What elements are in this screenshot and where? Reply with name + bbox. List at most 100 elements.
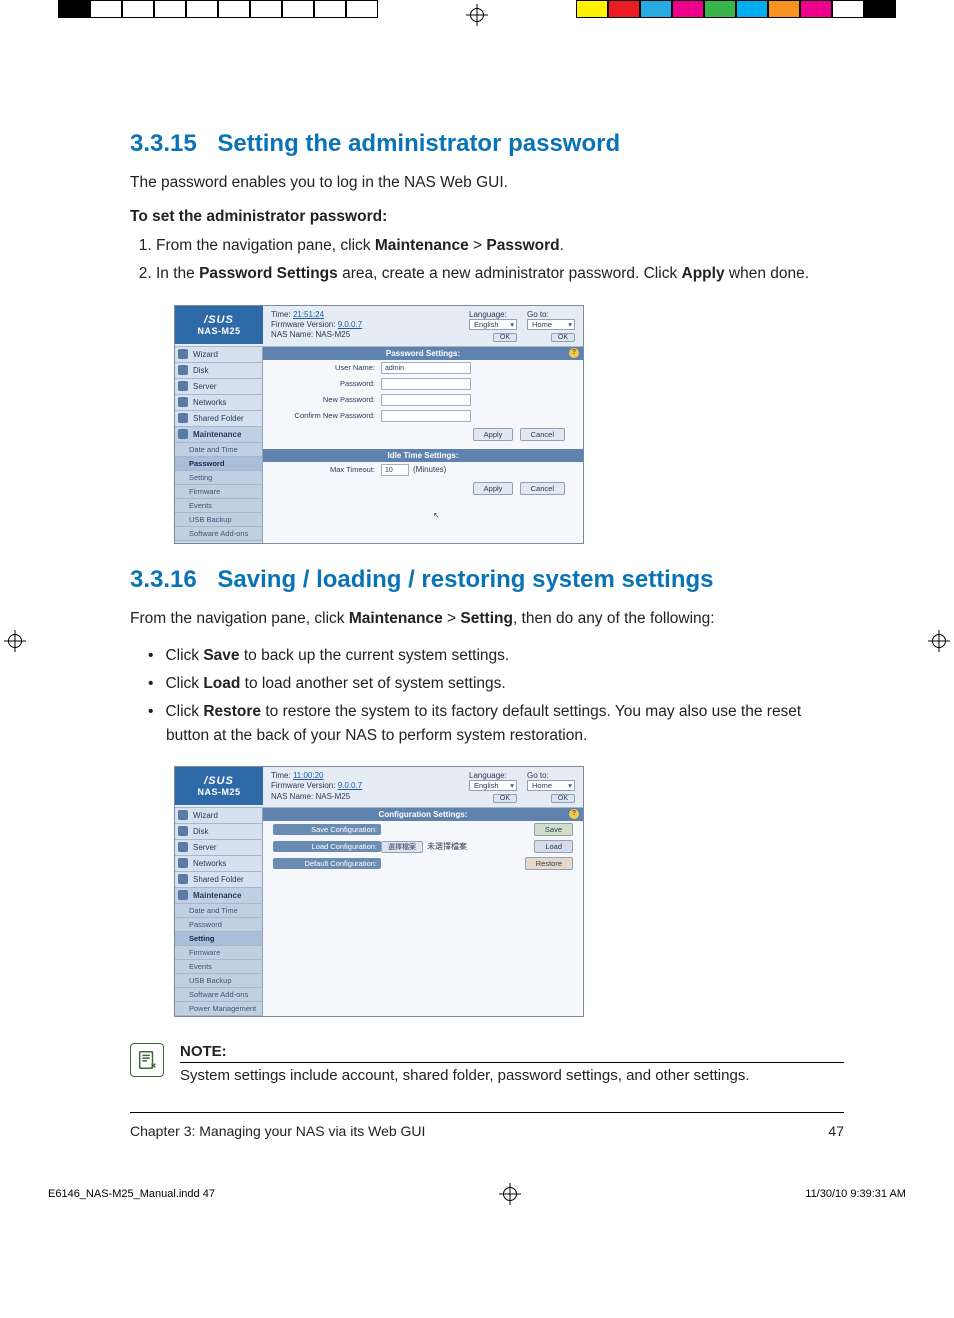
- swatch: [704, 0, 736, 18]
- note-block: NOTE: System settings include account, s…: [130, 1043, 844, 1084]
- registration-mark-bottom: [499, 1183, 521, 1205]
- nav-item-shared-folder[interactable]: Shared Folder: [175, 872, 262, 888]
- swatch: [832, 0, 864, 18]
- nav-sub-power-management[interactable]: Power Management: [175, 1002, 262, 1016]
- input-password[interactable]: [381, 378, 471, 390]
- nav-sub-events[interactable]: Events: [175, 960, 262, 974]
- nav-icon: [178, 381, 188, 391]
- step-2: In the Password Settings area, create a …: [156, 262, 844, 286]
- nav-item-label: Server: [193, 843, 217, 852]
- nav-icon: [178, 842, 188, 852]
- nav-sub-firmware[interactable]: Firmware: [175, 485, 262, 499]
- brand-logo-2: /SUS: [204, 775, 234, 787]
- print-swatches-right: [576, 0, 896, 18]
- browse-button[interactable]: 選擇檔案: [381, 841, 423, 853]
- bullet-0: Click Save to back up the current system…: [148, 644, 844, 668]
- goto-ok-button-2[interactable]: OK: [551, 794, 575, 803]
- apply-button-2[interactable]: Apply: [473, 482, 514, 495]
- swatch: [800, 0, 832, 18]
- brand-badge-2: /SUS NAS-M25: [175, 767, 263, 805]
- save-button[interactable]: Save: [534, 823, 573, 836]
- note-text: NOTE: System settings include account, s…: [180, 1043, 844, 1084]
- nav-icon: [178, 349, 188, 359]
- nav-item-server[interactable]: Server: [175, 840, 262, 856]
- nav-icon: [178, 429, 188, 439]
- nav-item-server[interactable]: Server: [175, 379, 262, 395]
- brand-badge: /SUS NAS-M25: [175, 306, 263, 344]
- print-swatches-left: [58, 0, 378, 18]
- nav-item-disk[interactable]: Disk: [175, 363, 262, 379]
- nav-sub-software-add-ons[interactable]: Software Add-ons: [175, 988, 262, 1002]
- goto-dropdown[interactable]: Home: [527, 319, 575, 330]
- nav-icon: [178, 365, 188, 375]
- nav-sub-setting[interactable]: Setting: [175, 932, 262, 946]
- language-ok-button[interactable]: OK: [493, 333, 517, 342]
- input-username[interactable]: admin: [381, 362, 471, 374]
- brand-model-2: NAS-M25: [197, 787, 240, 797]
- swatch: [250, 0, 282, 18]
- swatch: [122, 0, 154, 18]
- nav-item-maintenance[interactable]: Maintenance: [175, 888, 262, 904]
- nav-sub-software-add-ons[interactable]: Software Add-ons: [175, 527, 262, 541]
- swatch: [736, 0, 768, 18]
- nav-sub-usb-backup[interactable]: USB Backup: [175, 974, 262, 988]
- firmware-link-2[interactable]: 9.0.0.7: [338, 781, 362, 790]
- section-heading-1: 3.3.15 Setting the administrator passwor…: [130, 130, 844, 158]
- time-link[interactable]: 21:51:24: [293, 310, 324, 319]
- section1-steps: From the navigation pane, click Maintena…: [130, 234, 844, 286]
- indd-timestamp: 11/30/10 9:39:31 AM: [805, 1188, 906, 1200]
- nav-sub-date-and-time[interactable]: Date and Time: [175, 443, 262, 457]
- restore-button[interactable]: Restore: [525, 857, 573, 870]
- nav-sub-setting[interactable]: Setting: [175, 471, 262, 485]
- input-new-password[interactable]: [381, 394, 471, 406]
- nav-item-wizard[interactable]: Wizard: [175, 347, 262, 363]
- nav-item-label: Wizard: [193, 811, 218, 820]
- nav-item-networks[interactable]: Networks: [175, 856, 262, 872]
- time-link-2[interactable]: 11:00:20: [293, 771, 324, 780]
- nav-sub-usb-backup[interactable]: USB Backup: [175, 513, 262, 527]
- language-dropdown-2[interactable]: English: [469, 780, 517, 791]
- cancel-button-2[interactable]: Cancel: [520, 482, 565, 495]
- swatch: [186, 0, 218, 18]
- help-icon-2[interactable]: ?: [569, 809, 579, 819]
- panel-password-title: Password Settings: ?: [263, 347, 583, 360]
- swatch: [218, 0, 250, 18]
- input-timeout[interactable]: 10: [381, 464, 409, 476]
- nav-icon: [178, 397, 188, 407]
- shot2-body: Wizard Disk Server NetworksShared FolderMai…: [175, 808, 583, 1016]
- nav-sub-password[interactable]: Password: [175, 457, 262, 471]
- nav-item-shared-folder[interactable]: Shared Folder: [175, 411, 262, 427]
- section2-bullets: Click Save to back up the current system…: [130, 644, 844, 748]
- nav-sub-password[interactable]: Password: [175, 918, 262, 932]
- cancel-button-1[interactable]: Cancel: [520, 428, 565, 441]
- footer-rule: [130, 1112, 844, 1113]
- nav-sub-firmware[interactable]: Firmware: [175, 946, 262, 960]
- goto-ok-button[interactable]: OK: [551, 333, 575, 342]
- nav-icon: [178, 858, 188, 868]
- swatch: [154, 0, 186, 18]
- firmware-link[interactable]: 9.0.0.7: [338, 320, 362, 329]
- note-body: System settings include account, shared …: [180, 1067, 844, 1084]
- nav-item-wizard[interactable]: Wizard: [175, 808, 262, 824]
- section-number-2: 3.3.16: [130, 566, 197, 593]
- shot2-controls: Language: English OK Go to: Home OK: [461, 767, 583, 807]
- shot1-nav: WizardDiskServerNetworksShared FolderMai…: [175, 347, 263, 543]
- registration-mark-left: [4, 630, 26, 652]
- language-dropdown[interactable]: English: [469, 319, 517, 330]
- indd-file: E6146_NAS-M25_Manual.indd 47: [48, 1188, 215, 1200]
- nav-item-disk[interactable]: Disk: [175, 824, 262, 840]
- nav-item-maintenance[interactable]: Maintenance: [175, 427, 262, 443]
- shot1-header: /SUS NAS-M25 Time: 21:51:24 Firmware Ver…: [175, 306, 583, 347]
- language-ok-button-2[interactable]: OK: [493, 794, 517, 803]
- nav-item-networks[interactable]: Networks: [175, 395, 262, 411]
- goto-dropdown-2[interactable]: Home: [527, 780, 575, 791]
- load-button[interactable]: Load: [534, 840, 573, 853]
- nav-sub-date-and-time[interactable]: Date and Time: [175, 904, 262, 918]
- input-confirm-new-password[interactable]: [381, 410, 471, 422]
- nav-sub-events[interactable]: Events: [175, 499, 262, 513]
- apply-button-1[interactable]: Apply: [473, 428, 514, 441]
- swatch: [90, 0, 122, 18]
- shot2-pane: Configuration Settings: ? Save Configura…: [263, 808, 583, 1016]
- help-icon[interactable]: ?: [569, 348, 579, 358]
- nav-icon: [178, 826, 188, 836]
